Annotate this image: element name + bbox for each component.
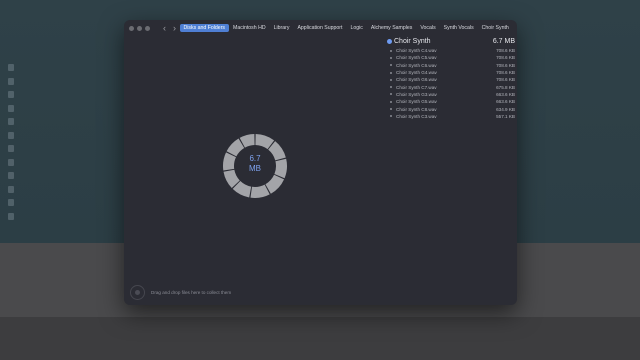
breadcrumb: Disks and Folders Macintosh HD Library Appl… [180, 24, 512, 32]
file-size: 708.6 KB [496, 55, 515, 61]
navigation: ‹ › [163, 23, 176, 33]
bullet-icon [390, 100, 392, 103]
window-controls [129, 25, 150, 31]
desktop-file[interactable] [8, 62, 68, 76]
file-name: Choir Synth C7.wav [396, 84, 437, 90]
file-row[interactable]: Choir Synth G5.wav 663.6 KB [387, 98, 515, 105]
file-row[interactable]: Choir Synth C4.wav 708.6 KB [387, 47, 515, 54]
file-row[interactable]: Choir Synth G4.wav 708.6 KB [387, 69, 515, 76]
file-icon [8, 158, 14, 166]
desktop-file[interactable] [8, 197, 68, 211]
bullet-icon [390, 64, 392, 67]
file-row[interactable]: Choir Synth G3.wav 663.6 KB [387, 91, 515, 98]
folder-header[interactable]: Choir Synth 6.7 MB [387, 36, 515, 46]
bullet-icon [390, 78, 392, 81]
desktop-file[interactable] [8, 211, 68, 225]
desktop-file[interactable] [8, 116, 68, 130]
toolbar: ‹ › Disks and Folders Macintosh HD Library… [124, 20, 517, 36]
folder-color-icon [387, 38, 392, 44]
file-size: 634.9 KB [496, 106, 515, 112]
file-icon [8, 212, 14, 220]
file-icon [8, 131, 14, 139]
desktop-file[interactable] [8, 89, 68, 103]
desktop-file[interactable] [8, 170, 68, 184]
file-icon [8, 172, 14, 179]
bullet-icon [390, 115, 392, 118]
file-name: Choir Synth C6.wav [396, 62, 437, 68]
donut-label: 6.7 MB [222, 154, 288, 174]
bullet-icon [390, 56, 392, 59]
file-row[interactable]: Choir Synth C5.wav 708.6 KB [387, 54, 515, 61]
file-icon [8, 104, 14, 112]
file-icon [8, 91, 14, 98]
file-list: Choir Synth 6.7 MB Choir Synth C4.wav 708… [387, 36, 515, 120]
breadcrumb-item[interactable]: Synth Vocals [440, 24, 477, 32]
file-rows: Choir Synth C4.wav 708.6 KB Choir Synth C5… [387, 47, 515, 120]
file-row[interactable]: Choir Synth C8.wav 634.9 KB [387, 105, 515, 112]
file-name: Choir Synth G5.wav [396, 99, 437, 105]
file-icon [8, 64, 14, 71]
file-name: Choir Synth C3.wav [396, 113, 437, 119]
back-arrow-icon[interactable]: ‹ [163, 23, 166, 33]
breadcrumb-item[interactable]: Vocals [417, 24, 439, 32]
drop-target-icon[interactable] [130, 285, 145, 300]
desktop-file[interactable] [8, 143, 68, 157]
file-icon [8, 77, 14, 85]
file-name: Choir Synth G6.wav [396, 77, 437, 83]
file-size: 663.6 KB [496, 99, 515, 105]
file-size: 708.6 KB [496, 77, 515, 83]
desktop-file[interactable] [8, 130, 68, 144]
file-size: 708.6 KB [496, 48, 515, 54]
zoom-button[interactable] [145, 25, 150, 31]
bullet-icon [390, 71, 392, 74]
folder-name: Choir Synth [394, 37, 431, 45]
breadcrumb-item[interactable]: Choir Synth [478, 24, 512, 32]
breadcrumb-item[interactable]: Library [270, 24, 293, 32]
breadcrumb-item[interactable]: Disks and Folders [180, 24, 229, 32]
folder-size: 6.7 MB [492, 37, 515, 45]
file-row[interactable]: Choir Synth G6.wav 708.6 KB [387, 76, 515, 83]
close-button[interactable] [129, 25, 134, 31]
file-name: Choir Synth C4.wav [396, 48, 437, 54]
file-size: 557.1 KB [496, 113, 515, 119]
total-size-unit: MB [249, 164, 261, 173]
forward-arrow-icon[interactable]: › [173, 23, 176, 33]
file-row[interactable]: Choir Synth C7.wav 675.8 KB [387, 83, 515, 90]
file-row[interactable]: Choir Synth C3.wav 557.1 KB [387, 113, 515, 120]
file-size: 675.8 KB [496, 84, 515, 90]
breadcrumb-item[interactable]: Macintosh HD [230, 24, 270, 32]
bullet-icon [390, 93, 392, 96]
bullet-icon [390, 86, 392, 89]
file-name: Choir Synth C8.wav [396, 106, 437, 112]
app-window: ‹ › Disks and Folders Macintosh HD Library… [124, 20, 517, 305]
drop-zone[interactable]: Drag and drop files here to collect them [130, 285, 231, 300]
file-name: Choir Synth G3.wav [396, 91, 437, 97]
file-name: Choir Synth G4.wav [396, 70, 437, 76]
desktop-file[interactable] [8, 76, 68, 90]
total-size-value: 6.7 [249, 154, 261, 163]
desktop-file[interactable] [8, 103, 68, 117]
size-donut-chart[interactable]: 6.7 MB [222, 133, 288, 199]
bullet-icon [390, 108, 392, 111]
donut-segment[interactable] [265, 174, 285, 194]
breadcrumb-item[interactable]: Alchemy Samples [367, 24, 416, 32]
file-size: 708.6 KB [496, 70, 515, 76]
desktop-bottom [0, 317, 640, 360]
breadcrumb-item[interactable]: Application Support [294, 24, 346, 32]
breadcrumb-item[interactable]: Logic [347, 24, 366, 32]
file-icon [8, 185, 14, 193]
minimize-button[interactable] [137, 25, 142, 31]
bullet-icon [390, 49, 392, 52]
file-icon [8, 145, 14, 152]
file-name: Choir Synth C5.wav [396, 55, 437, 61]
file-icon [8, 118, 14, 125]
file-size: 663.6 KB [496, 91, 515, 97]
desktop-files [8, 62, 68, 224]
desktop-file[interactable] [8, 184, 68, 198]
drop-hint: Drag and drop files here to collect them [151, 290, 232, 295]
file-row[interactable]: Choir Synth C6.wav 708.6 KB [387, 62, 515, 69]
desktop-file[interactable] [8, 157, 68, 171]
file-icon [8, 199, 14, 206]
file-size: 708.6 KB [496, 62, 515, 68]
